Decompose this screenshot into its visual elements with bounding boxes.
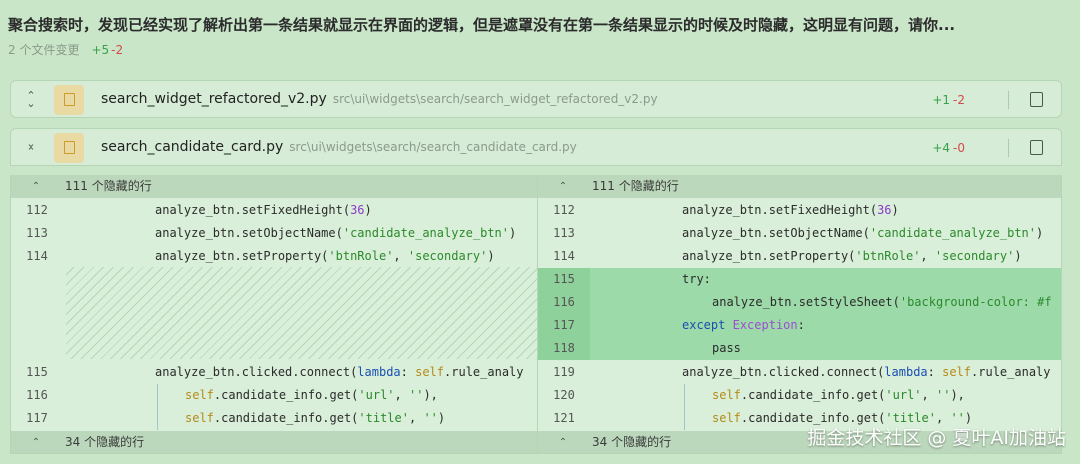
hidden-lines-top[interactable]: ⌃ 111 个隐藏的行 [538,175,1061,198]
change-summary: 2 个文件变更 +5 -2 [8,41,123,58]
added-line: 116 analyze_btn.setStyleSheet('background… [538,291,1061,314]
additions-count: +5 [91,43,110,57]
code-line: 113 analyze_btn.setObjectName('candidate_… [26,226,517,240]
empty-placeholder [66,267,537,359]
code-line: 114 analyze_btn.setProperty('btnRole', 's… [553,249,1022,263]
divider [1008,91,1009,109]
code-line: 113 analyze_btn.setObjectName('candidate_… [553,226,1044,240]
code-line: 117 self.candidate_info.get('title', '') [26,411,446,425]
file-row-search-widget[interactable]: ⌃ ⌄ search_widget_refactored_v2.py src\ui\… [10,80,1062,118]
code-line: 116 self.candidate_info.get('url', ''), [26,388,438,402]
chevron-expand-icon[interactable]: ⌃ ⌄ [24,90,38,109]
copy-icon[interactable] [1030,92,1043,107]
divider [1008,139,1009,157]
code-line: 112 analyze_btn.setFixedHeight(36) [26,203,372,217]
copy-icon[interactable] [1030,140,1043,155]
file-row-candidate-card[interactable]: ⌄ ⌃ search_candidate_card.py src\ui\widget… [10,128,1062,166]
added-line: 117 except Exception: [538,314,1061,337]
hidden-lines-top[interactable]: ⌃ 111 个隐藏的行 [11,175,537,198]
added-line: 118 pass [538,337,1061,360]
code-line: 112 analyze_btn.setFixedHeight(36) [553,203,899,217]
diff-viewer: ⌃ 111 个隐藏的行 112 analyze_btn.setFixedHeight… [10,175,1062,454]
python-file-icon [54,133,84,163]
files-changed-count: 2 个文件变更 [8,43,80,57]
file-path: src\ui\widgets\search/search_candidate_c… [289,140,577,154]
expand-lines-icon: ⌃ [558,181,568,192]
code-line: 114 analyze_btn.setProperty('btnRole', 's… [26,249,495,263]
deletions-count: -2 [111,43,124,57]
file-name[interactable]: search_widget_refactored_v2.py src\ui\wid… [101,91,658,107]
conversation-title: 聚合搜索时，发现已经实现了解析出第一条结果就显示在界面的逻辑，但是遮罩没有在第一… [8,16,956,34]
added-line: 115 try: [538,268,1061,291]
chevron-collapse-icon[interactable]: ⌄ ⌃ [24,138,38,157]
expand-lines-icon: ⌃ [558,437,568,448]
expand-lines-icon: ⌃ [31,181,41,192]
code-line: 115 analyze_btn.clicked.connect(lambda: s… [26,365,524,379]
diff-pane-modified: ⌃ 111 个隐藏的行 112 analyze_btn.setFixedHeight… [537,175,1061,453]
file-diff-stat: +1 -2 [932,93,965,107]
python-file-icon [54,85,84,115]
code-line: 120 self.candidate_info.get('url', ''), [553,388,965,402]
watermark: 掘金技术社区 @ 夏叶AI加油站 [807,427,1066,449]
file-path: src\ui\widgets\search/search_widget_refa… [332,92,658,106]
hidden-lines-bottom[interactable]: ⌃ 34 个隐藏的行 [11,431,537,453]
file-diff-stat: +4 -0 [932,141,965,155]
file-name[interactable]: search_candidate_card.py src\ui\widgets\s… [101,139,577,155]
diff-pane-original: ⌃ 111 个隐藏的行 112 analyze_btn.setFixedHeight… [11,175,537,453]
code-line: 119 analyze_btn.clicked.connect(lambda: s… [553,365,1051,379]
expand-lines-icon: ⌃ [31,437,41,448]
